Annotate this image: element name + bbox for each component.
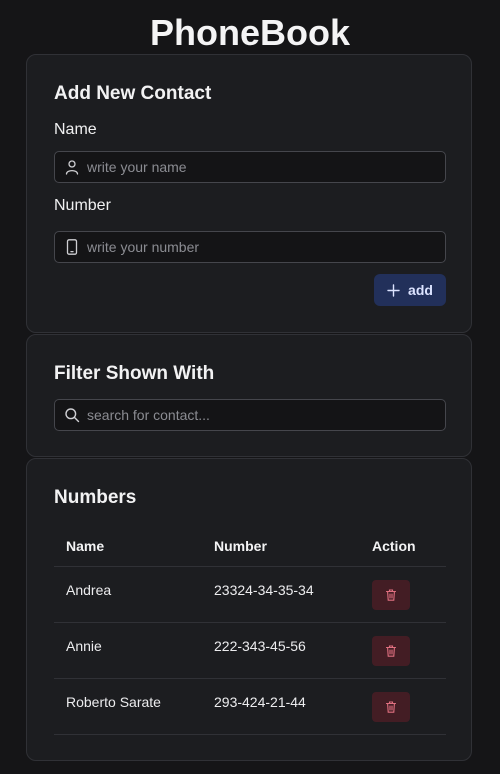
trash-icon [386, 588, 396, 601]
add-contact-card: Add New Contact Name Number add [26, 54, 472, 333]
contact-name: Andrea [54, 566, 202, 623]
delete-button[interactable] [372, 635, 410, 666]
table-row: Roberto Sarate 293-424-21-44 [54, 678, 446, 735]
add-contact-heading: Add New Contact [54, 83, 212, 104]
filter-heading: Filter Shown With [54, 363, 215, 384]
action-cell [360, 566, 446, 623]
phone-icon [64, 239, 80, 255]
name-field [54, 151, 446, 183]
number-field [54, 231, 446, 263]
search-field [54, 399, 446, 431]
trash-icon [386, 700, 396, 713]
table-row: Annie 222-343-45-56 [54, 622, 446, 679]
table-row: Andrea 23324-34-35-34 [54, 566, 446, 623]
contact-name: Annie [54, 622, 202, 679]
action-cell [360, 678, 446, 735]
app-title: PhoneBook [149, 12, 350, 53]
column-header-action: Action [360, 525, 446, 567]
contact-number: 222-343-45-56 [202, 622, 360, 679]
search-input[interactable] [87, 400, 437, 430]
table-header-row: Name Number Action [54, 525, 446, 567]
number-label: Number [54, 197, 111, 214]
trash-icon [386, 644, 396, 657]
delete-button[interactable] [372, 579, 410, 610]
plus-icon [387, 283, 400, 297]
user-icon [64, 159, 80, 175]
name-label: Name [54, 121, 97, 138]
add-button-label: add [408, 282, 433, 298]
delete-button[interactable] [372, 691, 410, 722]
column-header-number: Number [202, 525, 360, 567]
name-input[interactable] [87, 152, 437, 182]
numbers-heading: Numbers [54, 487, 137, 508]
action-cell [360, 622, 446, 679]
numbers-card: Numbers Name Number Action Andrea 23324-… [26, 458, 472, 761]
contact-name: Roberto Sarate [54, 678, 202, 735]
contact-number: 23324-34-35-34 [202, 566, 360, 623]
contacts-table: Name Number Action Andrea 23324-34-35-34 [54, 525, 446, 735]
number-input[interactable] [87, 232, 437, 262]
column-header-name: Name [54, 525, 202, 567]
search-icon [64, 407, 80, 423]
filter-card: Filter Shown With [26, 334, 472, 457]
add-button[interactable]: add [374, 274, 446, 306]
contact-number: 293-424-21-44 [202, 678, 360, 735]
